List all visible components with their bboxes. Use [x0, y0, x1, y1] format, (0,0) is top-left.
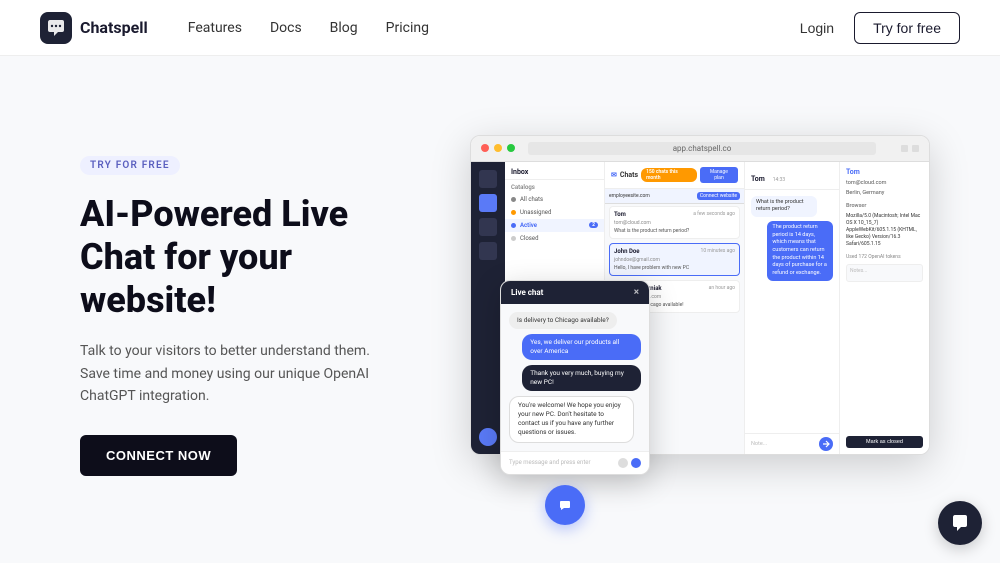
hero-title: AI-Powered Live Chat for your website! — [80, 193, 380, 323]
browser-info-label: Browser — [846, 203, 923, 209]
livechat-popup: Live chat × Is delivery to Chicago avail… — [500, 280, 650, 475]
msg-0: What is the product return period? — [751, 196, 817, 217]
logo-text: Chatspell — [80, 18, 148, 37]
hero-section: TRY FOR FREE AI-Powered Live Chat for yo… — [0, 56, 1000, 563]
login-button[interactable]: Login — [800, 20, 834, 36]
livechat-input-placeholder: Type message and press enter — [509, 459, 618, 466]
inbox-closed[interactable]: Closed — [505, 232, 604, 245]
sidebar-icon-home — [479, 170, 497, 188]
logo[interactable]: Chatspell — [40, 12, 148, 44]
chat-item-0-top: Tom a few seconds ago — [614, 211, 735, 218]
lc-msg-2: Thank you very much, buying my new PC! — [522, 365, 641, 391]
inbox-catalogs: Catalogs — [505, 180, 604, 193]
notes-box[interactable]: Notes... — [846, 264, 923, 282]
lc-msg-1: Yes, we deliver our products all over Am… — [522, 334, 641, 360]
info-email: tom@cloud.com — [846, 180, 923, 186]
chats-title: ✉ Chats 150 chats this month Manage plan — [611, 167, 738, 183]
hero-description: Talk to your visitors to better understa… — [80, 340, 380, 407]
connect-now-button[interactable]: CONNECT NOW — [80, 435, 237, 476]
support-chat-button[interactable] — [938, 501, 982, 545]
msg-1: The product return period is 14 days, wh… — [767, 221, 833, 281]
dot-allchats — [511, 197, 516, 202]
mockup-wrapper: app.chatspell.co — [440, 135, 930, 495]
nav-docs[interactable]: Docs — [270, 20, 302, 36]
connect-website-btn[interactable]: Connect website — [697, 192, 740, 200]
lc-msg-0: Is delivery to Chicago available? — [509, 312, 617, 329]
inbox-unassigned[interactable]: Unassigned — [505, 206, 604, 219]
sidebar-icon-settings — [479, 242, 497, 260]
chat-input-bar[interactable]: Note... — [745, 433, 839, 454]
chat-widget-button[interactable] — [545, 485, 585, 525]
browser-bar: app.chatspell.co — [471, 136, 929, 162]
try-free-button[interactable]: Try for free — [854, 12, 960, 44]
main-chat-header: Tom 14:33 — [745, 162, 839, 190]
mark-closed-button[interactable]: Mark as closed — [846, 436, 923, 448]
dot-closed — [511, 236, 516, 241]
info-location: Berlin, Germany — [846, 190, 923, 196]
livechat-messages: Is delivery to Chicago available? Yes, w… — [501, 304, 649, 451]
chat-input-placeholder: Note... — [751, 441, 815, 447]
browser-ctrl-2 — [912, 145, 919, 152]
info-name: Tom — [846, 168, 923, 176]
active-badge: 2 — [589, 222, 598, 228]
nav-pricing[interactable]: Pricing — [386, 20, 429, 36]
livechat-input[interactable]: Type message and press enter — [501, 451, 649, 474]
chat-item-0[interactable]: Tom a few seconds ago tom@cloud.com What… — [609, 206, 740, 239]
browser-url: app.chatspell.co — [528, 142, 876, 155]
browser-ctrl-1 — [901, 145, 908, 152]
hero-left: TRY FOR FREE AI-Powered Live Chat for yo… — [80, 153, 380, 477]
chats-header: ✉ Chats 150 chats this month Manage plan — [605, 162, 744, 189]
sidebar-icon-analytics — [479, 218, 497, 236]
chat-item-1-top: John Doe 10 minutes ago — [614, 248, 735, 255]
dot-active — [511, 223, 516, 228]
navbar: Chatspell Features Docs Blog Pricing Log… — [0, 0, 1000, 56]
chats-count-badge: 150 chats this month — [641, 168, 697, 182]
inbox-header: Inbox — [505, 162, 604, 180]
browser-info-value: Mozilla/5.0 (Macintosh; Intel Mac OS X 1… — [846, 213, 923, 248]
inbox-active[interactable]: Active 2 — [505, 219, 604, 232]
livechat-title: Live chat — [511, 288, 543, 297]
hero-right: app.chatspell.co — [440, 135, 930, 495]
nav-blog[interactable]: Blog — [330, 20, 358, 36]
sidebar-icon-user — [479, 428, 497, 446]
nav-actions: Login Try for free — [800, 12, 960, 44]
tokens-used: Used 172 OpenAI tokens — [846, 254, 923, 260]
livechat-close-icon[interactable]: × — [634, 287, 639, 298]
inbox-all-chats[interactable]: All chats — [505, 193, 604, 206]
livechat-send-icon[interactable] — [631, 458, 641, 468]
try-badge: TRY FOR FREE — [80, 156, 180, 175]
chat-item-1[interactable]: John Doe 10 minutes ago johndoe@gmail.co… — [609, 243, 740, 276]
info-panel: Tom tom@cloud.com Berlin, Germany Browse… — [839, 162, 929, 454]
nav-links: Features Docs Blog Pricing — [188, 20, 800, 36]
main-chat-area: Tom 14:33 What is the product return per… — [745, 162, 839, 454]
lc-msg-3: You're welcome! We hope you enjoy your n… — [509, 396, 634, 442]
livechat-header: Live chat × — [501, 281, 649, 304]
website-label: employeesite.com — [609, 193, 650, 199]
livechat-attach-icon — [618, 458, 628, 468]
nav-features[interactable]: Features — [188, 20, 242, 36]
sidebar-icon-chat — [479, 194, 497, 212]
manage-plan-button[interactable]: Manage plan — [700, 167, 738, 183]
dot-yellow — [494, 144, 502, 152]
dot-green — [507, 144, 515, 152]
dot-unassigned — [511, 210, 516, 215]
dot-red — [481, 144, 489, 152]
send-button[interactable] — [819, 437, 833, 451]
chat-messages: What is the product return period? The p… — [745, 190, 839, 433]
